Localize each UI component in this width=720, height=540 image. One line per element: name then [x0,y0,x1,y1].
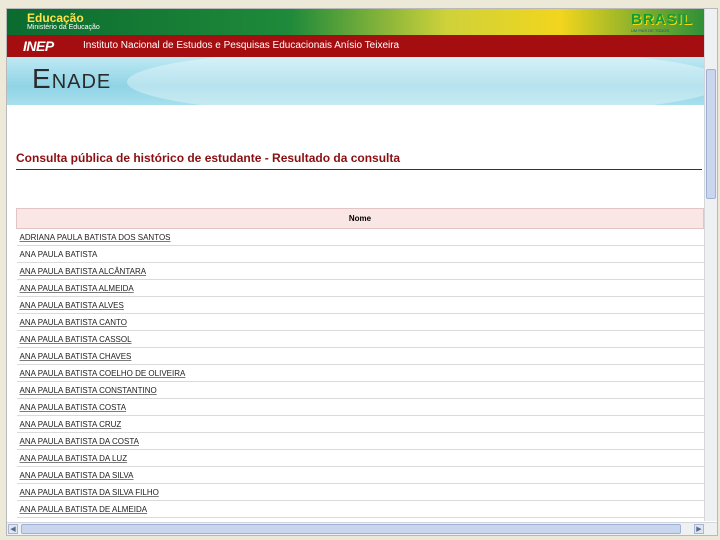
table-row: ANA PAULA BATISTA CHAVES [16,347,704,365]
student-name-link: ADRIANA PAULA BATISTA DOS SANTOS [19,232,171,242]
table-cell-name: ANA PAULA BATISTA CASSOL [16,330,704,348]
table-row: ANA PAULA BATISTA DA SILVA FILHO [16,483,704,501]
student-name-link[interactable]: ANA PAULA BATISTA DA LUZ [20,454,128,463]
inep-logo[interactable]: INEP [23,38,54,54]
table-cell-name: ANA PAULA BATISTA CANTO [16,313,704,331]
scroll-right-icon[interactable]: ▶ [694,524,704,534]
table-row: ADRIANA PAULA BATISTA DOS SANTOS [16,228,704,246]
enade-banner: ENADE [7,57,717,105]
table-row: ANA PAULA BATISTA DA COSTA [16,432,704,450]
enade-title-e: E [32,63,52,94]
results-table: Nome ADRIANA PAULA BATISTA DOS SANTOS ANA… [16,208,704,535]
student-name-link[interactable]: ANA PAULA BATISTA ALVES [20,301,124,310]
student-name-link[interactable]: ANA PAULA BATISTA COELHO DE OLIVEIRA [20,369,186,378]
brasil-logo[interactable]: BRASIL UM PAÍS DE TODOS [629,11,699,33]
browser-window: Educação Ministério da Educação BRASIL U… [6,8,718,536]
table-row: ANA PAULA BATISTA CRUZ [16,415,704,433]
table-cell-name: ANA PAULA BATISTA ALCÂNTARA [16,262,704,280]
table-row: ANA PAULA BATISTA DA SILVA [16,466,704,484]
table-cell-name: ANA PAULA BATISTA COELHO DE OLIVEIRA [16,364,704,382]
table-row: ANA PAULA BATISTA CONSTANTINO [16,381,704,399]
government-bar: Educação Ministério da Educação BRASIL U… [7,9,717,35]
column-header-nome: Nome [16,208,704,229]
main-content: Consulta pública de histórico de estudan… [7,105,705,535]
results-body: ADRIANA PAULA BATISTA DOS SANTOS ANA PAUL… [16,228,704,535]
table-cell-name: ANA PAULA BATISTA DE ALMEIDA [16,500,704,518]
student-name-link[interactable]: ANA PAULA BATISTA CHAVES [20,352,132,361]
banner-wave [127,57,717,105]
table-cell-name: ANA PAULA BATISTA DA COSTA [16,432,704,450]
gov-title[interactable]: Educação [27,11,84,25]
table-cell-name: ADRIANA PAULA BATISTA DOS SANTOS [16,228,704,246]
table-cell-name: ANA PAULA BATISTA CRUZ [16,415,704,433]
student-name-link[interactable]: ANA PAULA BATISTA DA COSTA [20,437,139,446]
student-name-link[interactable]: ANA PAULA BATISTA DA SILVA FILHO [20,488,159,497]
table-row: ANA PAULA BATISTA ALVES [16,296,704,314]
table-cell-name: ANA PAULA BATISTA COSTA [16,398,704,416]
inep-bar: INEP Instituto Nacional de Estudos e Pes… [7,35,717,57]
brasil-logo-text: BRASIL [631,11,693,28]
table-cell-name: ANA PAULA BATISTA [16,245,704,263]
inep-name: Instituto Nacional de Estudos e Pesquisa… [83,40,400,51]
table-cell-name: ANA PAULA BATISTA ALMEIDA [16,279,704,297]
table-row: ANA PAULA BATISTA COSTA [16,398,704,416]
table-header-row: Nome [16,208,704,229]
student-name-link[interactable]: ANA PAULA BATISTA [20,250,98,259]
vertical-scroll-thumb[interactable] [706,69,716,199]
table-row: ANA PAULA BATISTA DA LUZ [16,449,704,467]
table-cell-name: ANA PAULA BATISTA ALVES [16,296,704,314]
student-name-link[interactable]: ANA PAULA BATISTA DA SILVA [20,471,134,480]
gov-subtitle: Ministério da Educação [27,24,100,31]
student-name-link[interactable]: ANA PAULA BATISTA ALMEIDA [20,284,134,293]
table-cell-name: ANA PAULA BATISTA DA LUZ [16,449,704,467]
page-title: Consulta pública de histórico de estudan… [16,151,401,165]
table-cell-name: ANA PAULA BATISTA DA SILVA [16,466,704,484]
student-name-link[interactable]: ANA PAULA BATISTA COSTA [20,403,127,412]
table-row: ANA PAULA BATISTA ALCÂNTARA [16,262,704,280]
table-row: ANA PAULA BATISTA ALMEIDA [16,279,704,297]
student-name-link[interactable]: ANA PAULA BATISTA CRUZ [20,420,122,429]
table-cell-name: ANA PAULA BATISTA CONSTANTINO [16,381,704,399]
student-name-link[interactable]: ANA PAULA BATISTA ALCÂNTARA [20,267,147,276]
table-cell-name: ANA PAULA BATISTA DA SILVA FILHO [16,483,704,501]
table-row: ANA PAULA BATISTA [16,245,704,263]
brasil-slogan: UM PAÍS DE TODOS [631,28,670,33]
student-name-link[interactable]: ANA PAULA BATISTA CONSTANTINO [20,386,157,395]
vertical-scrollbar[interactable] [704,9,717,521]
horizontal-scroll-thumb[interactable] [21,524,681,534]
enade-title: ENADE [32,63,111,95]
table-row: ANA PAULA BATISTA COELHO DE OLIVEIRA [16,364,704,382]
table-row: ANA PAULA BATISTA CASSOL [16,330,704,348]
table-row: ANA PAULA BATISTA DE ALMEIDA [16,500,704,518]
table-cell-name: ANA PAULA BATISTA CHAVES [16,347,704,365]
enade-title-rest: NADE [51,71,112,93]
scroll-left-icon[interactable]: ◀ [8,524,18,534]
student-name-link[interactable]: ANA PAULA BATISTA CANTO [20,318,127,327]
student-name-link[interactable]: ANA PAULA BATISTA CASSOL [20,335,132,344]
student-name-link[interactable]: ANA PAULA BATISTA DE ALMEIDA [20,505,148,514]
horizontal-scrollbar[interactable]: ◀ ▶ [7,522,717,535]
title-divider [16,169,702,170]
table-row: ANA PAULA BATISTA CANTO [16,313,704,331]
